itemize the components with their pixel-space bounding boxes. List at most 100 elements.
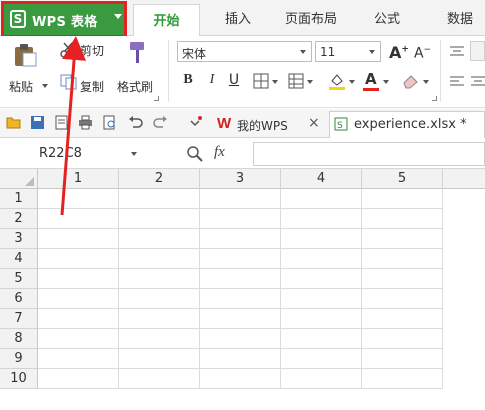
grid-cell[interactable]: [38, 369, 119, 389]
grid-cell[interactable]: [119, 269, 200, 289]
grid-cell[interactable]: [119, 329, 200, 349]
grid-cell[interactable]: [200, 209, 281, 229]
shrink-font-button[interactable]: A−: [414, 45, 431, 62]
grid-cell[interactable]: [38, 349, 119, 369]
grid-cell[interactable]: [362, 309, 443, 329]
launcher-icon[interactable]: [432, 96, 437, 101]
print-icon[interactable]: [78, 115, 93, 130]
tab-home[interactable]: 开始: [133, 4, 200, 36]
grid-cell[interactable]: [200, 289, 281, 309]
row-header[interactable]: 5: [0, 269, 38, 289]
italic-button[interactable]: I: [205, 72, 219, 92]
grid-cell[interactable]: [281, 349, 362, 369]
format-painter-icon[interactable]: [126, 40, 148, 66]
grid-cell[interactable]: [200, 249, 281, 269]
grid-cell[interactable]: [200, 309, 281, 329]
print-preview-icon[interactable]: [102, 115, 117, 130]
grid-cell[interactable]: [362, 229, 443, 249]
row-header[interactable]: 6: [0, 289, 38, 309]
row-header[interactable]: 1: [0, 189, 38, 209]
grid-cell[interactable]: [362, 349, 443, 369]
grid-cell[interactable]: [200, 349, 281, 369]
bold-button[interactable]: B: [181, 72, 195, 92]
grid-cell[interactable]: [200, 369, 281, 389]
font-color-button[interactable]: A: [365, 70, 377, 88]
grid-cell[interactable]: [200, 189, 281, 209]
tab-page-layout[interactable]: 页面布局: [285, 8, 337, 27]
column-header[interactable]: 3: [200, 169, 281, 189]
align-top-icon[interactable]: [450, 46, 464, 58]
grid-cell[interactable]: [281, 269, 362, 289]
grid-cell[interactable]: [200, 269, 281, 289]
tab-data[interactable]: 数据: [447, 8, 473, 27]
grid-cell[interactable]: [281, 249, 362, 269]
cut-button[interactable]: 剪切: [80, 42, 104, 59]
grid-cell[interactable]: [281, 329, 362, 349]
paste-button[interactable]: 粘贴: [9, 78, 33, 95]
grid-cell[interactable]: [38, 229, 119, 249]
chevron-down-icon[interactable]: [307, 80, 313, 84]
select-all-corner[interactable]: [0, 169, 38, 189]
grid-cell[interactable]: [119, 249, 200, 269]
grid-cell[interactable]: [38, 269, 119, 289]
grid-cell[interactable]: [281, 209, 362, 229]
redo-icon[interactable]: [153, 115, 168, 130]
insert-function-button[interactable]: fx: [214, 144, 225, 161]
column-header[interactable]: 4: [281, 169, 362, 189]
grid-cell[interactable]: [119, 349, 200, 369]
grid-cell[interactable]: [38, 329, 119, 349]
grid-cell[interactable]: [119, 189, 200, 209]
doc-tab-my-wps[interactable]: W 我的WPS ×: [213, 111, 330, 137]
grow-font-button[interactable]: A+: [389, 43, 409, 62]
export-icon[interactable]: [54, 115, 69, 130]
grid-cell[interactable]: [119, 209, 200, 229]
tab-formulas[interactable]: 公式: [374, 8, 400, 27]
scissors-icon[interactable]: [60, 42, 78, 58]
cell-style-icon[interactable]: [288, 73, 304, 89]
grid-cell[interactable]: [281, 369, 362, 389]
row-header[interactable]: 9: [0, 349, 38, 369]
border-icon[interactable]: [253, 73, 269, 89]
row-header[interactable]: 8: [0, 329, 38, 349]
row-header[interactable]: 2: [0, 209, 38, 229]
align-center-icon[interactable]: [471, 76, 485, 88]
paste-icon[interactable]: [12, 42, 38, 68]
grid-cell[interactable]: [362, 329, 443, 349]
doc-tab-experience[interactable]: S experience.xlsx *: [329, 111, 485, 138]
zoom-search-icon[interactable]: [186, 145, 204, 163]
launcher-icon[interactable]: [154, 96, 159, 101]
eraser-icon[interactable]: [402, 73, 420, 89]
underline-button[interactable]: U: [227, 72, 241, 92]
chevron-down-icon[interactable]: [272, 80, 278, 84]
font-size-select[interactable]: 11: [315, 41, 381, 62]
close-icon[interactable]: ×: [308, 115, 320, 131]
open-folder-icon[interactable]: [6, 115, 21, 130]
copy-icon[interactable]: [60, 74, 78, 90]
grid-cell[interactable]: [38, 289, 119, 309]
grid-cell[interactable]: [281, 289, 362, 309]
column-header[interactable]: 1: [38, 169, 119, 189]
save-icon[interactable]: [30, 115, 45, 130]
grid-cell[interactable]: [38, 249, 119, 269]
grid-cell[interactable]: [362, 209, 443, 229]
name-box[interactable]: R22C8: [3, 143, 142, 165]
customize-quick-access-icon[interactable]: [188, 115, 203, 130]
chevron-down-icon[interactable]: [349, 80, 355, 84]
grid-cell[interactable]: [119, 289, 200, 309]
chevron-down-icon[interactable]: [383, 80, 389, 84]
chevron-down-icon[interactable]: [42, 84, 48, 88]
grid-cell[interactable]: [119, 229, 200, 249]
formula-input[interactable]: [253, 142, 485, 166]
chevron-down-icon[interactable]: [423, 80, 429, 84]
grid-cell[interactable]: [38, 309, 119, 329]
grid-cell[interactable]: [119, 369, 200, 389]
column-header[interactable]: 5: [362, 169, 443, 189]
align-middle-button[interactable]: [470, 41, 485, 61]
row-header[interactable]: 7: [0, 309, 38, 329]
grid-cell[interactable]: [281, 229, 362, 249]
font-family-select[interactable]: 宋体: [177, 41, 312, 62]
grid-cell[interactable]: [281, 189, 362, 209]
grid-cell[interactable]: [362, 249, 443, 269]
align-left-icon[interactable]: [450, 76, 464, 88]
grid-cell[interactable]: [362, 289, 443, 309]
